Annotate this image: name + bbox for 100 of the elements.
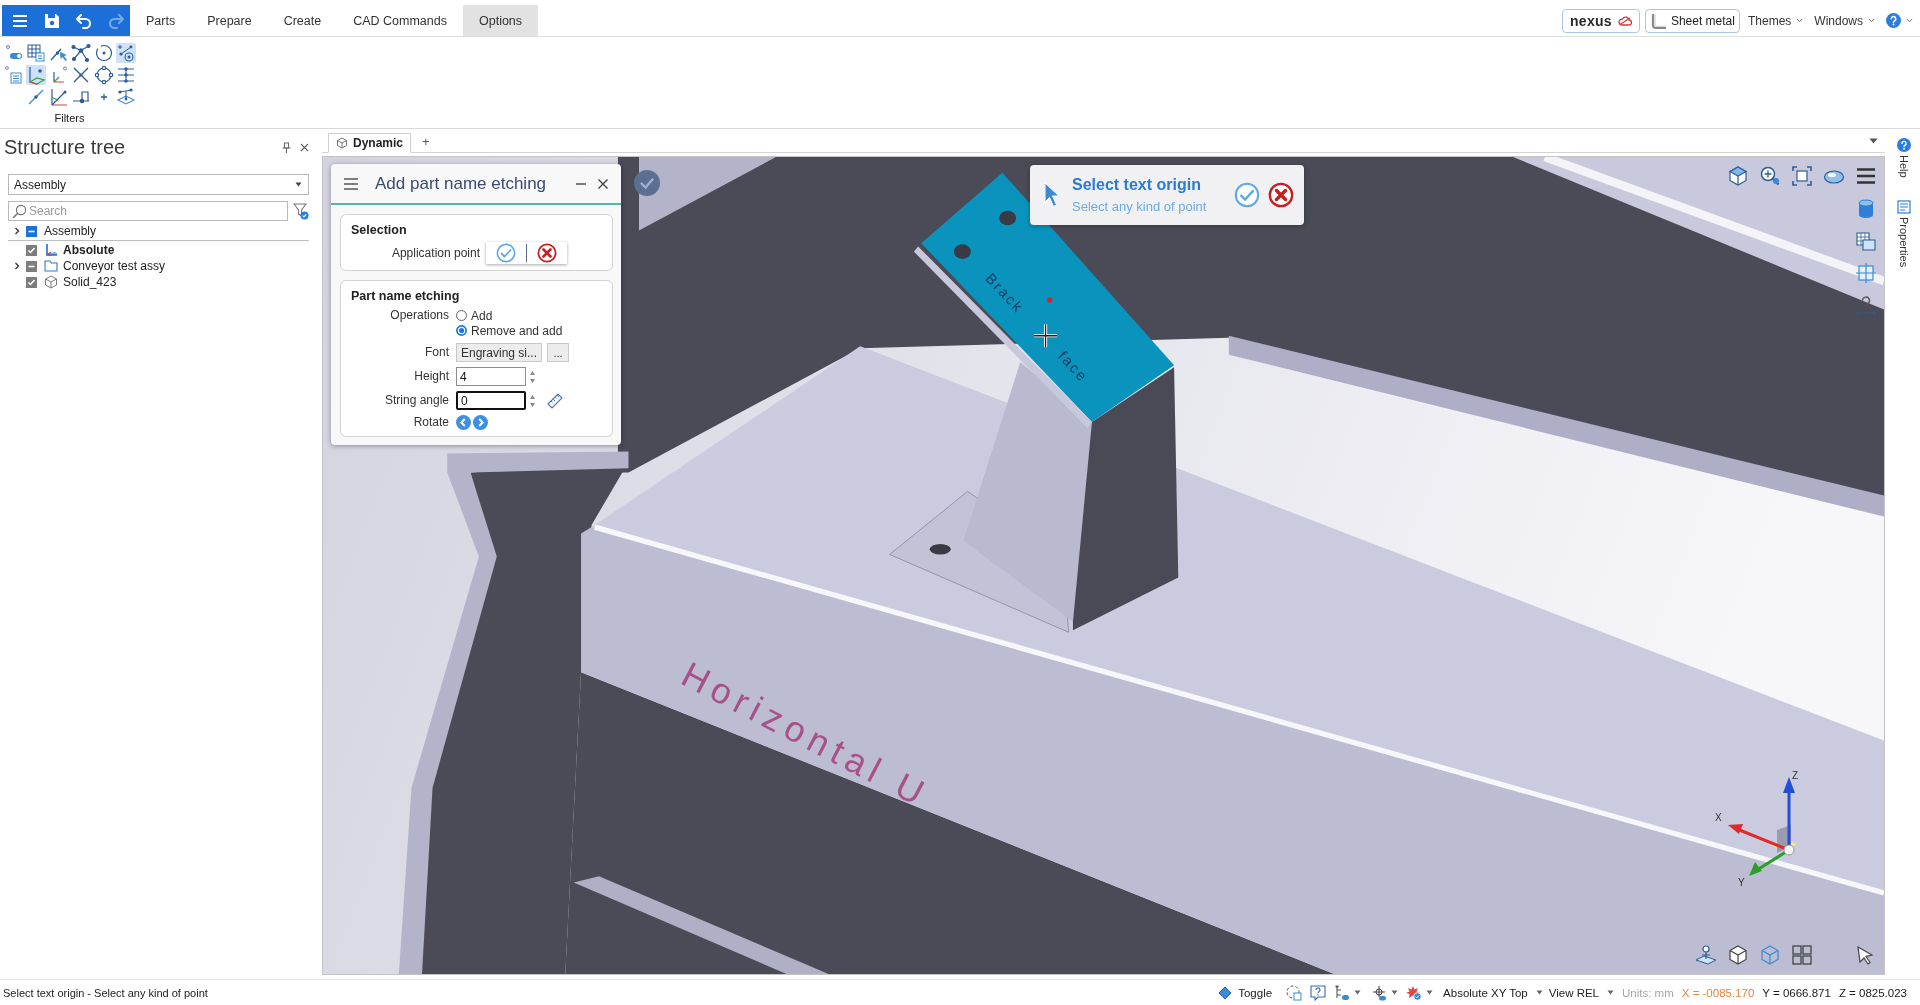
ruler-icon[interactable] bbox=[547, 392, 563, 409]
star-check-icon[interactable] bbox=[1406, 984, 1423, 1001]
node-network-icon[interactable] bbox=[71, 43, 91, 63]
crosshair-icon[interactable] bbox=[1855, 262, 1877, 284]
browse-button[interactable]: ... bbox=[547, 343, 570, 362]
view-select[interactable]: Assembly bbox=[8, 174, 309, 195]
cross-lines-icon[interactable] bbox=[71, 65, 91, 85]
radio-option[interactable]: Add bbox=[456, 308, 612, 323]
caret-down-icon[interactable] bbox=[1869, 138, 1878, 144]
view-dropdown[interactable]: View REL bbox=[1548, 986, 1599, 999]
caret-down-icon[interactable] bbox=[1426, 990, 1434, 995]
coordinate-readout: X = -0085.170 bbox=[1681, 986, 1755, 999]
field-label: Height bbox=[414, 369, 449, 384]
radio-selected-icon[interactable] bbox=[456, 325, 467, 336]
chevron-down-icon[interactable] bbox=[1796, 18, 1804, 23]
menu-tab[interactable]: CAD Commands bbox=[337, 5, 463, 36]
fit-frame-icon[interactable] bbox=[1791, 165, 1813, 187]
menu-tab[interactable]: Create bbox=[267, 5, 338, 36]
search-icon bbox=[12, 203, 27, 219]
grid-icon[interactable] bbox=[26, 43, 46, 63]
view-cube-icon[interactable] bbox=[1727, 165, 1749, 187]
coordinate-readout: Y = 0666.871 bbox=[1762, 986, 1831, 999]
dotted-lines-icon[interactable] bbox=[116, 65, 136, 85]
checkbox[interactable] bbox=[26, 244, 37, 256]
close-icon[interactable] bbox=[300, 143, 309, 152]
side-panel-tab[interactable]: Help bbox=[1896, 138, 1911, 178]
section-grid-icon[interactable] bbox=[1855, 230, 1877, 252]
menu-tab[interactable]: Parts bbox=[130, 5, 192, 36]
chevron-down-icon[interactable] bbox=[1868, 18, 1875, 23]
question-box-icon[interactable] bbox=[1310, 984, 1327, 1001]
section-title: Part name etching bbox=[350, 288, 461, 304]
field-label: Font bbox=[425, 345, 449, 360]
partial-checkbox[interactable] bbox=[26, 225, 37, 237]
partial-checkbox[interactable] bbox=[26, 260, 37, 272]
view-tab[interactable]: Dynamic bbox=[328, 133, 412, 153]
chevron-right-icon[interactable] bbox=[13, 227, 21, 235]
number-field[interactable]: 4 bbox=[456, 367, 526, 386]
axis-pin-icon[interactable] bbox=[1371, 984, 1388, 1001]
point-target-icon[interactable] bbox=[116, 43, 136, 63]
caret-down-icon[interactable] bbox=[295, 182, 302, 187]
tree-item-label[interactable]: Assembly bbox=[44, 224, 96, 238]
chevron-right-icon[interactable] bbox=[13, 262, 21, 270]
cancel-circle-icon[interactable] bbox=[537, 243, 557, 263]
help-icon bbox=[1896, 138, 1911, 152]
side-panel-tab[interactable]: Properties bbox=[1896, 199, 1911, 267]
add-tab-button[interactable]: + bbox=[420, 134, 432, 152]
confirm-check-icon[interactable] bbox=[634, 170, 660, 196]
caret-down-icon[interactable] bbox=[1391, 990, 1399, 995]
menu-icon[interactable] bbox=[1855, 165, 1877, 187]
check-circle-icon[interactable] bbox=[496, 243, 516, 263]
diagonal-lines-icon[interactable] bbox=[26, 87, 46, 107]
tree-item-label[interactable]: Absolute bbox=[63, 243, 115, 257]
units-label: Units: mm bbox=[1622, 986, 1674, 999]
tree-item-label[interactable]: Conveyor test assy bbox=[63, 259, 166, 273]
menu-dropdown[interactable]: Themes bbox=[1744, 13, 1807, 28]
caret-down-icon[interactable] bbox=[1354, 990, 1362, 995]
select-plane-icon[interactable] bbox=[1695, 944, 1717, 966]
angle-icon[interactable] bbox=[48, 87, 69, 107]
radio-icon[interactable] bbox=[456, 310, 467, 321]
plane-points-icon[interactable] bbox=[116, 87, 136, 107]
spinner-arrows-icon[interactable] bbox=[529, 368, 536, 385]
caret-down-icon[interactable] bbox=[1607, 990, 1614, 995]
diamond-icon[interactable] bbox=[1218, 985, 1233, 1000]
document-icon[interactable] bbox=[3, 65, 24, 85]
menu-tab[interactable]: Prepare bbox=[191, 5, 268, 36]
font-select-button[interactable]: Engraving si... bbox=[456, 343, 543, 362]
coordinate-system-dropdown[interactable]: Absolute XY Top bbox=[1443, 986, 1528, 999]
menu-icon[interactable] bbox=[343, 176, 359, 191]
axis-plane-icon[interactable] bbox=[26, 65, 46, 85]
radio-option[interactable]: Remove and add bbox=[456, 323, 612, 338]
four-views-icon[interactable] bbox=[1791, 944, 1813, 966]
tree-item-label[interactable]: Solid_423 bbox=[63, 275, 117, 289]
caret-down-icon[interactable] bbox=[1535, 990, 1543, 995]
status-message: Select text origin - Select any kind of point bbox=[3, 986, 208, 999]
tree-toggle-icon[interactable] bbox=[1334, 984, 1351, 1001]
checkbox[interactable] bbox=[26, 276, 37, 288]
measure-help-icon[interactable] bbox=[1855, 294, 1877, 316]
circle-chevron-right-icon[interactable] bbox=[473, 415, 488, 430]
menu-tab[interactable]: Options bbox=[463, 5, 539, 36]
number-field[interactable]: 0 bbox=[456, 391, 526, 410]
dashed-circle-icon[interactable] bbox=[93, 43, 114, 63]
toggle-button[interactable]: Toggle bbox=[1238, 986, 1273, 999]
cube-icon[interactable] bbox=[1727, 944, 1749, 966]
menu-dropdown[interactable]: Windows bbox=[1811, 13, 1878, 28]
check-circle-icon[interactable] bbox=[1234, 182, 1260, 208]
dashed-circle-icon[interactable] bbox=[1286, 984, 1303, 1001]
pointer-icon[interactable] bbox=[1854, 944, 1876, 966]
cancel-circle-icon[interactable] bbox=[1268, 182, 1294, 208]
prompt-title: Select text origin bbox=[1072, 176, 1202, 194]
circle-nodes-icon[interactable] bbox=[93, 65, 114, 85]
circle-chevron-left-icon[interactable] bbox=[456, 415, 471, 430]
brand-button[interactable]: nexus bbox=[1561, 8, 1640, 33]
close-icon[interactable] bbox=[597, 177, 609, 190]
sheet-metal-button[interactable]: Sheet metal bbox=[1644, 8, 1740, 33]
chevron-down-icon[interactable] bbox=[1906, 18, 1913, 23]
zoom-icon[interactable] bbox=[1759, 165, 1781, 187]
filter-icon[interactable] bbox=[293, 202, 309, 220]
pin-icon[interactable] bbox=[282, 142, 291, 153]
spinner-arrows-icon[interactable] bbox=[529, 392, 536, 409]
coordinate-readout: Z = 0825.023 bbox=[1838, 986, 1907, 999]
